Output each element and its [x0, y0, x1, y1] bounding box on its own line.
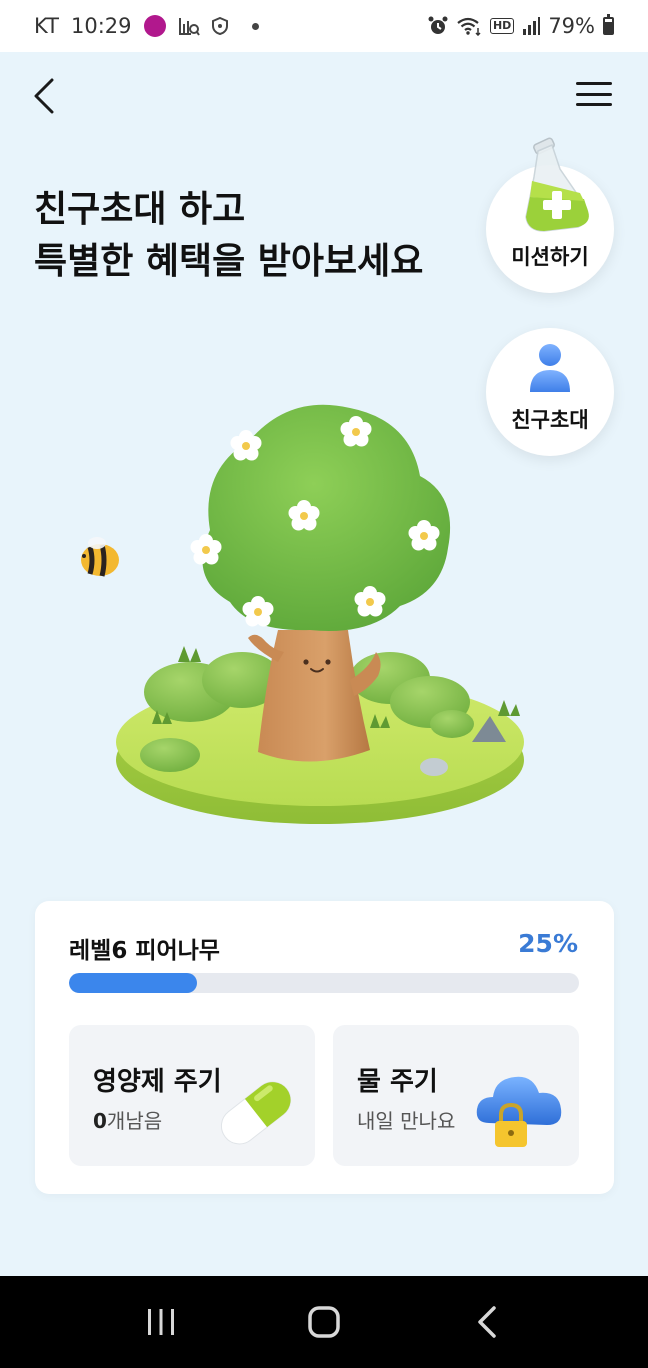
- battery-icon: [603, 14, 614, 35]
- notification-dot-icon: [251, 22, 259, 30]
- home-icon: [308, 1306, 340, 1338]
- home-button[interactable]: [294, 1292, 354, 1352]
- recent-apps-icon: [148, 1309, 175, 1335]
- battery-percent: 79%: [548, 14, 595, 38]
- hamburger-line: [576, 103, 612, 106]
- chart-search-icon: [178, 18, 200, 36]
- system-back-button[interactable]: [457, 1292, 517, 1352]
- tree-level-label: 레벨6 피어나무: [69, 938, 220, 964]
- app-notification-icon: [143, 15, 166, 37]
- alarm-icon: [428, 16, 448, 34]
- mission-button-label: 미션하기: [511, 245, 589, 269]
- chevron-left-icon: [34, 78, 54, 114]
- menu-button[interactable]: [576, 76, 612, 112]
- level-progress-fill: [69, 973, 197, 993]
- give-water-button[interactable]: 물 주기 내일 만나요: [333, 1025, 579, 1166]
- recent-apps-button[interactable]: [131, 1292, 191, 1352]
- shield-icon: [211, 17, 228, 35]
- headline-line-2: 특별한 혜택을 받아보세요: [34, 241, 424, 282]
- back-button[interactable]: [24, 74, 64, 118]
- level-card: 레벨6 피어나무 25% 영양제 주기 0개남음 물 주기 내일 만나요: [35, 901, 614, 1194]
- wifi-icon: [457, 17, 481, 36]
- system-navigation-bar: [0, 1276, 648, 1368]
- system-back-icon: [477, 1306, 496, 1338]
- capsule-pill-icon: [220, 1081, 292, 1145]
- hamburger-line: [576, 92, 612, 96]
- hd-voice-icon: HD: [489, 18, 515, 34]
- locked-cloud-icon: [476, 1076, 562, 1147]
- flask-plus-icon: [525, 137, 589, 232]
- water-status: 내일 만나요: [357, 1109, 456, 1133]
- bee-icon: [81, 537, 119, 577]
- give-nutrient-button[interactable]: 영양제 주기 0개남음: [69, 1025, 315, 1166]
- water-title: 물 주기: [357, 1067, 438, 1097]
- top-navigation: [0, 52, 648, 140]
- nutrient-remaining-count: 0: [93, 1109, 107, 1133]
- signal-icon: [523, 17, 541, 35]
- nutrient-remaining-suffix: 개남음: [106, 1109, 163, 1133]
- page-headline: 친구초대 하고 특별한 혜택을 받아보세요: [34, 184, 423, 288]
- hamburger-menu-icon: [576, 82, 612, 85]
- nutrient-title: 영양제 주기: [93, 1067, 222, 1097]
- nutrient-remaining: 0개남음: [93, 1105, 162, 1134]
- headline-line-1: 친구초대 하고: [34, 189, 246, 230]
- carrier-label: KT: [34, 14, 59, 38]
- clock: 10:29: [70, 14, 132, 38]
- mission-button[interactable]: 미션하기: [486, 137, 614, 293]
- status-bar: KT 10:29 HD 79%: [0, 0, 648, 52]
- progress-percent: 25%: [518, 929, 578, 958]
- level-progress-bar: [69, 973, 579, 993]
- tree-illustration: [81, 404, 524, 824]
